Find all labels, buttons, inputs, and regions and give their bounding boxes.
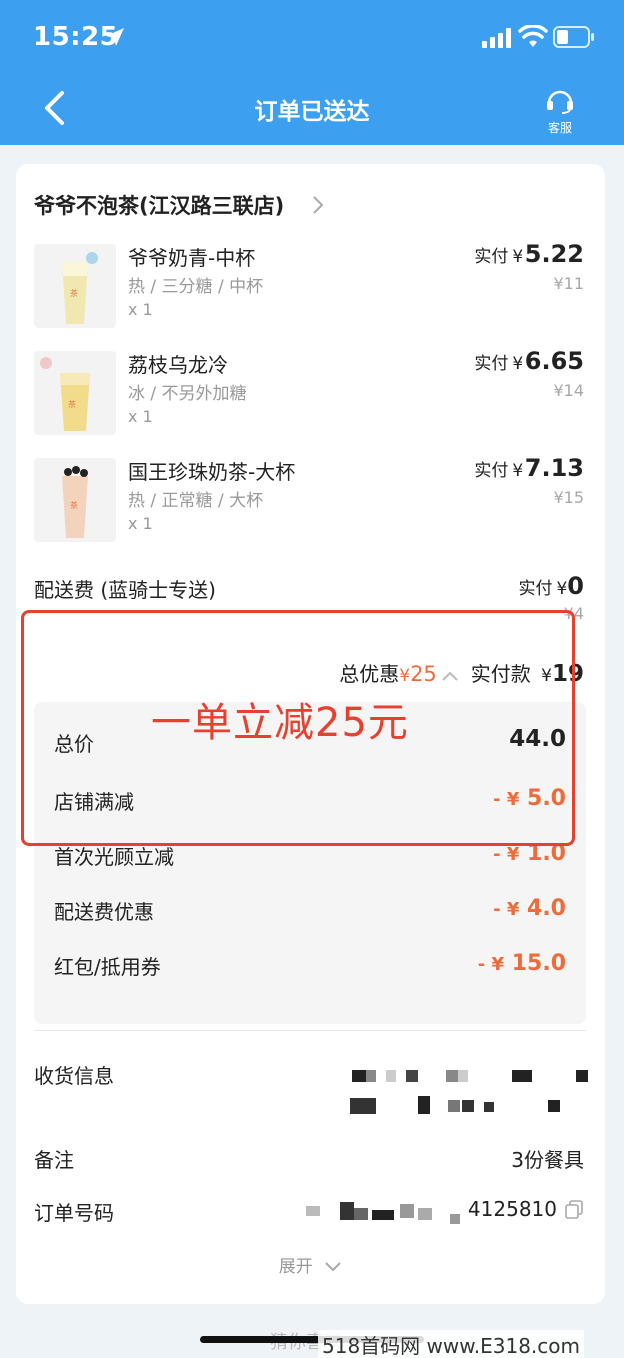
redacted-order-number xyxy=(306,1200,466,1226)
discount-row: 红包/抵用券 - ¥ 15.0 xyxy=(54,951,566,979)
item-qty: x 1 xyxy=(128,300,153,319)
copy-icon[interactable] xyxy=(565,1200,583,1220)
app-header: 15:25 订单已送达 客服 xyxy=(0,0,624,145)
chevron-down-icon xyxy=(325,1262,341,1272)
item-paid-price: 实付 ¥ 5.22 xyxy=(474,240,584,268)
redacted-address xyxy=(346,1068,591,1118)
customer-service-label: 客服 xyxy=(547,121,572,135)
headset-icon xyxy=(547,90,573,114)
order-item[interactable]: 茶 国王珍珠奶茶-大杯 热 / 正常糖 / 大杯 x 1 实付 ¥ 7.13 ¥1… xyxy=(16,454,605,558)
item-qty: x 1 xyxy=(128,514,153,533)
product-image: 茶 xyxy=(34,244,116,328)
expand-label: 展开 xyxy=(278,1257,313,1277)
item-paid-price: 实付 ¥ 6.65 xyxy=(474,347,584,375)
item-name: 爷爷奶青-中杯 xyxy=(128,246,256,270)
chevron-right-icon[interactable] xyxy=(312,195,324,215)
order-item[interactable]: 茶 爷爷奶青-中杯 热 / 三分糖 / 中杯 x 1 实付 ¥ 5.22 ¥11 xyxy=(16,240,605,344)
section-divider xyxy=(34,1030,586,1031)
overlay-annotation: 一单立减25元 xyxy=(151,700,409,746)
page-title: 订单已送达 xyxy=(254,99,370,125)
order-number-value: 4125810 xyxy=(467,1197,557,1221)
watermark: 518首码网 www.E318.com xyxy=(318,1330,585,1358)
remark-label: 备注 xyxy=(34,1148,74,1172)
customer-service-button[interactable]: 客服 xyxy=(540,88,580,136)
item-qty: x 1 xyxy=(128,407,153,426)
product-image: 茶 xyxy=(34,458,116,542)
status-bar: 15:25 xyxy=(0,0,624,76)
item-original-price: ¥14 xyxy=(553,381,584,400)
delivery-paid-price: 实付 ¥0 xyxy=(518,572,584,600)
wifi-icon xyxy=(518,25,548,47)
item-spec: 冰 / 不另外加糖 xyxy=(128,384,247,404)
cellular-signal-icon xyxy=(482,28,511,48)
receiver-info-label: 收货信息 xyxy=(34,1064,114,1088)
svg-text:茶: 茶 xyxy=(68,399,76,409)
svg-text:茶: 茶 xyxy=(70,500,78,510)
item-name: 国王珍珠奶茶-大杯 xyxy=(128,460,296,484)
item-paid-price: 实付 ¥ 7.13 xyxy=(474,454,584,482)
delivery-fee-label: 配送费 (蓝骑士专送) xyxy=(34,578,216,602)
expand-button[interactable]: 展开 xyxy=(16,1252,605,1277)
item-name: 荔枝乌龙冷 xyxy=(128,353,228,377)
item-spec: 热 / 正常糖 / 大杯 xyxy=(128,491,264,511)
discount-row: 配送费优惠 - ¥ 4.0 xyxy=(54,896,566,924)
battery-icon xyxy=(553,26,594,48)
order-number-label: 订单号码 xyxy=(34,1201,114,1225)
svg-text:茶: 茶 xyxy=(70,288,78,298)
order-item[interactable]: 茶 荔枝乌龙冷 冰 / 不另外加糖 x 1 实付 ¥ 6.65 ¥14 xyxy=(16,347,605,451)
product-image: 茶 xyxy=(34,351,116,435)
remark-value: 3份餐具 xyxy=(511,1148,584,1172)
item-spec: 热 / 三分糖 / 中杯 xyxy=(128,277,264,297)
location-arrow-icon xyxy=(106,28,124,46)
item-original-price: ¥15 xyxy=(553,488,584,507)
item-original-price: ¥11 xyxy=(553,274,584,293)
shop-name[interactable]: 爷爷不泡茶(江汉路三联店) xyxy=(34,190,284,220)
